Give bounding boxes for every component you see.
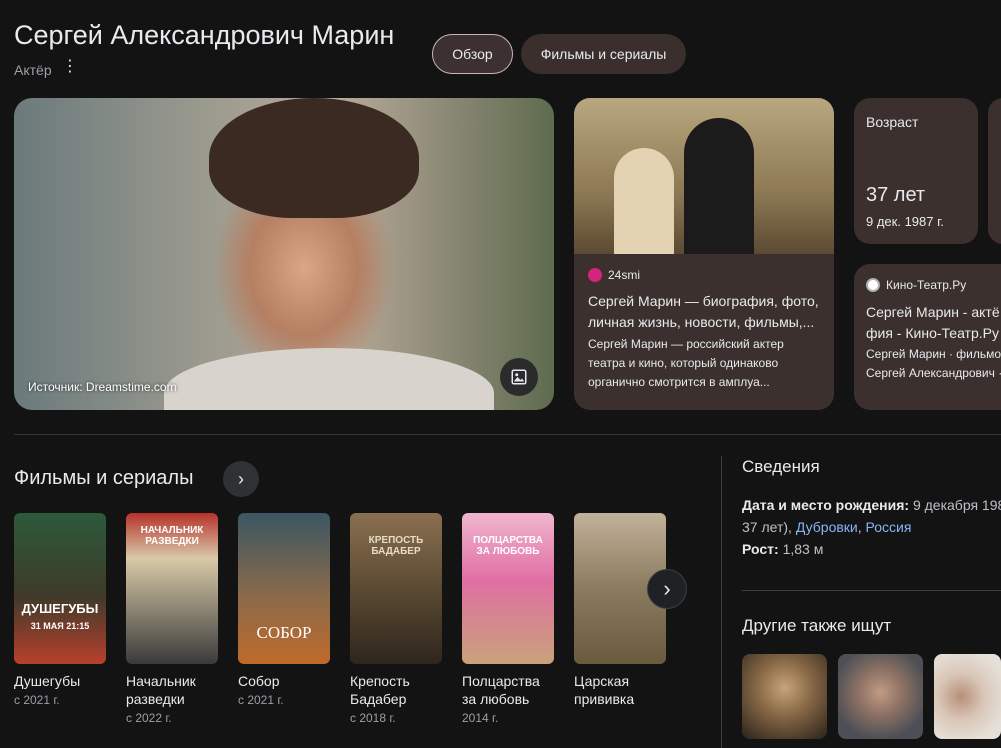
birth-label: Дата и место рождения:: [742, 497, 910, 513]
info-title: Сведения: [742, 457, 820, 476]
article-card-kinoteatr[interactable]: Кино-Театр.Ру Сергей Марин - актё фия - …: [854, 264, 1001, 410]
poster-title: ДУШЕГУБЫ: [21, 601, 99, 616]
film-poster: КРЕПОСТЬ БАДАБЕР: [350, 513, 442, 664]
films-next-button[interactable]: ›: [647, 569, 687, 609]
poster-title: КРЕПОСТЬ БАДАБЕР: [368, 535, 424, 557]
film-item[interactable]: ПОЛЦАРСТВА ЗА ЛЮБОВЬ Полцарства за любов…: [462, 513, 554, 725]
age-value: 37 лет: [866, 184, 926, 206]
info-divider: [742, 590, 1001, 591]
article2-source-name: Кино-Театр.Ру: [886, 278, 967, 292]
hero-source: Источник: Dreamstime.com: [28, 380, 177, 394]
chevron-right-icon: ›: [663, 576, 671, 601]
tab-films[interactable]: Фильмы и сериалы: [521, 34, 686, 74]
page-subtitle: Актёр: [14, 62, 52, 78]
birth-age: 37 лет),: [742, 519, 792, 535]
related-person-thumb[interactable]: [742, 654, 827, 739]
film-year: 2014 г.: [462, 711, 499, 725]
article-card-24smi[interactable]: 24smi Сергей Марин — биография, фото, ли…: [574, 98, 834, 410]
poster-title: НАЧАЛЬНИК РАЗВЕДКИ: [140, 525, 204, 547]
article2-source-row: Кино-Театр.Ру: [866, 278, 966, 292]
tab-overview-label: Обзор: [452, 46, 493, 62]
article2-title: Сергей Марин - актё фия - Кино-Театр.Ру: [866, 304, 1000, 341]
film-item[interactable]: НАЧАЛЬНИК РАЗВЕДКИ Начальник разведки с …: [126, 513, 218, 725]
film-poster: НАЧАЛЬНИК РАЗВЕДКИ: [126, 513, 218, 664]
film-item[interactable]: СОБОР Собор с 2021 г.: [238, 513, 330, 707]
age-card[interactable]: Возраст 37 лет 9 дек. 1987 г.: [854, 98, 978, 244]
source-favicon-icon: [866, 278, 880, 292]
poster-subtitle: 31 МАЯ 21:15: [30, 621, 90, 631]
films-section-title: Фильмы и сериалы: [14, 467, 194, 489]
film-item[interactable]: ДУШЕГУБЫ 31 МАЯ 21:15 Душегубы с 2021 г.: [14, 513, 106, 707]
article-source-name: 24smi: [608, 268, 641, 282]
related-person-thumb[interactable]: [934, 654, 1001, 739]
article-source-row: 24smi: [588, 268, 640, 282]
film-name: Начальник разведки: [126, 673, 196, 707]
hero-photo-hair: [209, 98, 419, 218]
film-name: Собор: [238, 673, 280, 689]
info-birth-row: Дата и место рождения: 9 декабря 198: [742, 494, 1001, 516]
info-birth-row-2: 37 лет), Дубровки, Россия: [742, 519, 912, 535]
film-item[interactable]: Царская прививка: [574, 513, 666, 711]
image-view-button[interactable]: [500, 358, 538, 396]
films-more-button[interactable]: ›: [223, 461, 259, 497]
article2-description: Сергей Марин · фильмо Сергей Александров…: [866, 347, 1001, 380]
film-item[interactable]: КРЕПОСТЬ БАДАБЕР Крепость Бадабер с 2018…: [350, 513, 442, 725]
related-person-thumb[interactable]: [838, 654, 923, 739]
film-name: Полцарства за любовь: [462, 673, 540, 707]
film-year: с 2021 г.: [14, 693, 60, 707]
article-photo: [574, 98, 834, 254]
film-name: Крепость Бадабер: [350, 673, 410, 707]
film-year: с 2021 г.: [238, 693, 284, 707]
hero-photo-shirt: [164, 348, 494, 410]
poster-title: СОБОР: [256, 623, 312, 642]
photo-person-woman: [614, 148, 674, 254]
more-vert-icon[interactable]: ⋮: [62, 59, 78, 77]
tab-overview[interactable]: Обзор: [432, 34, 513, 74]
height-value: 1,83 м: [782, 541, 824, 557]
hero-image[interactable]: Источник: Dreamstime.com: [14, 98, 554, 410]
page-title: Сергей Александрович Марин: [14, 20, 395, 50]
info-height-row: Рост: 1,83 м: [742, 538, 1001, 560]
film-year: с 2022 г.: [126, 711, 172, 725]
column-divider: [721, 456, 722, 748]
birth-country-link[interactable]: Россия: [866, 519, 912, 535]
poster-title: ПОЛЦАРСТВА ЗА ЛЮБОВЬ: [473, 535, 543, 557]
next-fact-card[interactable]: [988, 98, 1001, 244]
film-name: Царская прививка: [574, 673, 635, 707]
birth-city-link[interactable]: Дубровки: [796, 519, 858, 535]
film-poster: ДУШЕГУБЫ 31 МАЯ 21:15: [14, 513, 106, 664]
birth-value: 9 декабря 198: [912, 497, 1001, 513]
image-icon: [511, 369, 527, 385]
film-poster: СОБОР: [238, 513, 330, 664]
birth-date: 9 дек. 1987 г.: [866, 214, 944, 229]
film-name: Душегубы: [14, 673, 81, 689]
section-divider: [14, 434, 1001, 435]
article-title: Сергей Марин — биография, фото, личная ж…: [588, 293, 819, 330]
also-search-title: Другие также ищут: [742, 616, 892, 635]
tab-films-label: Фильмы и сериалы: [540, 46, 667, 62]
info-body: Дата и место рождения: 9 декабря 198 37 …: [742, 494, 1001, 560]
source-favicon-icon: [588, 268, 602, 282]
film-poster: ПОЛЦАРСТВА ЗА ЛЮБОВЬ: [462, 513, 554, 664]
height-label: Рост:: [742, 541, 779, 557]
film-year: с 2018 г.: [350, 711, 396, 725]
age-label: Возраст: [866, 114, 919, 130]
chevron-right-icon: ›: [238, 468, 244, 489]
photo-person-man: [684, 118, 754, 254]
article-description: Сергей Марин — российский актер театра и…: [588, 337, 784, 389]
